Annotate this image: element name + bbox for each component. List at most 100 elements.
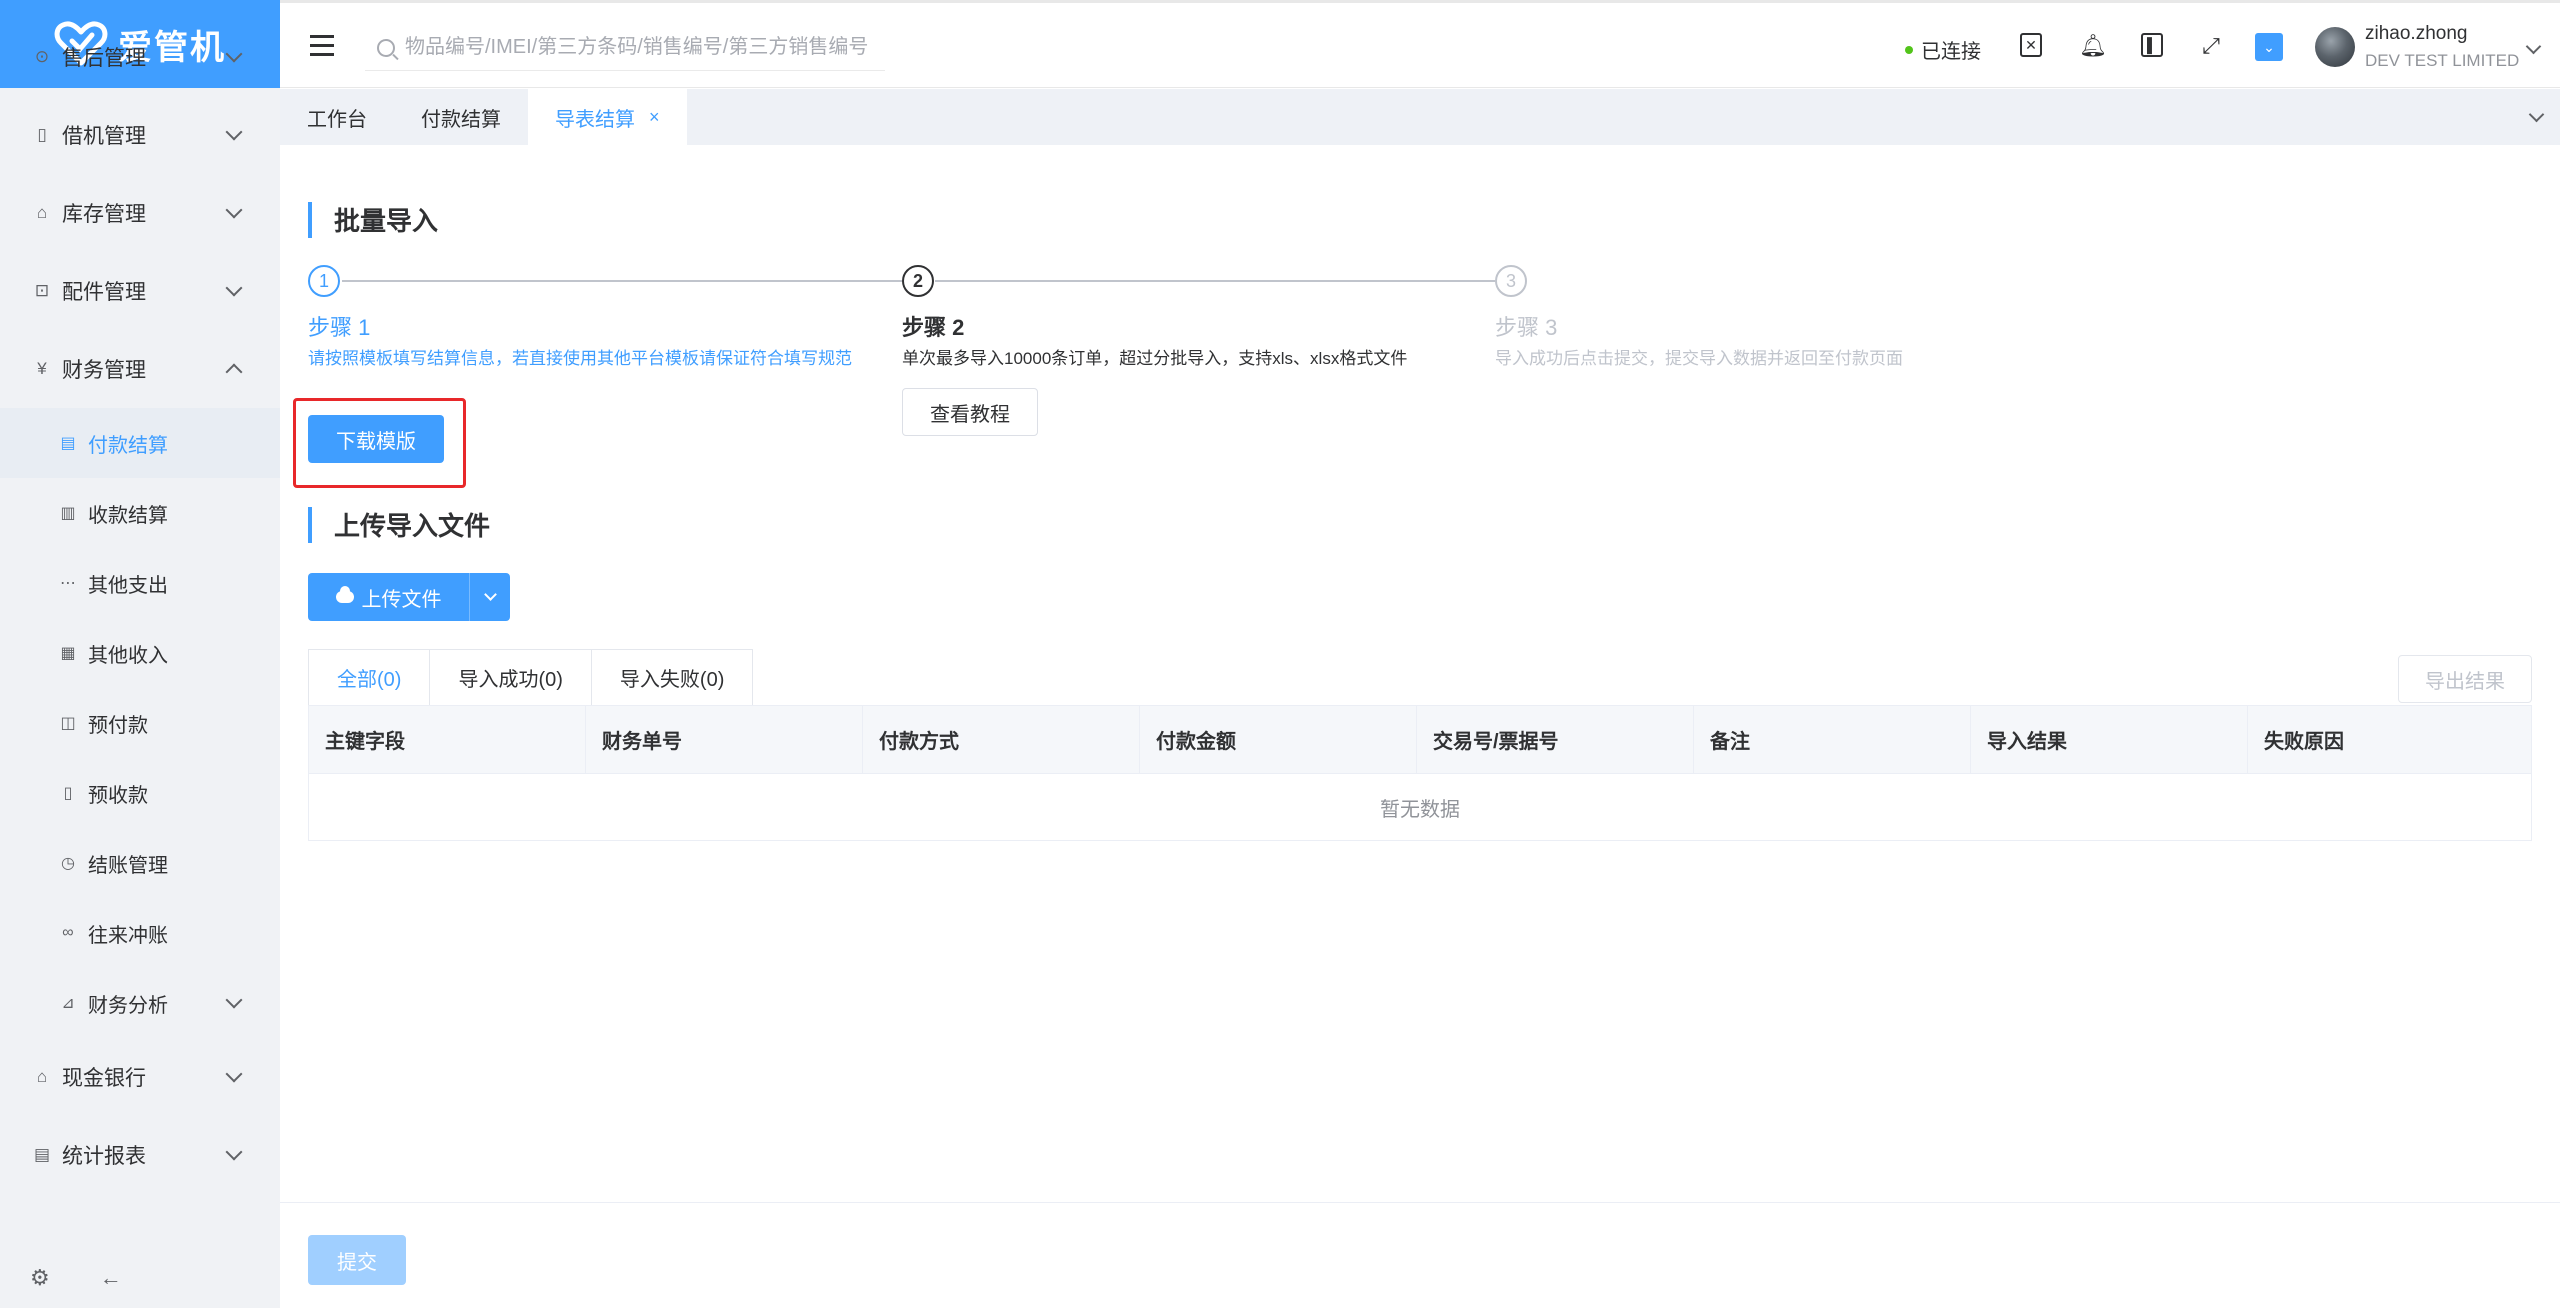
tab-import-failed[interactable]: 导入失败(0) bbox=[591, 650, 753, 705]
column-header: 财务单号 bbox=[586, 706, 863, 773]
step-3-title: 步骤 3 bbox=[1495, 315, 1558, 340]
upload-file-button[interactable]: 上传文件 bbox=[308, 573, 470, 621]
bell-icon[interactable]: 🔔︎ bbox=[2079, 33, 2107, 59]
connection-status-text: 已连接 bbox=[1921, 41, 1981, 63]
sidebar-item-label: 现金银行 bbox=[62, 1067, 146, 1090]
column-header: 主键字段 bbox=[309, 706, 586, 773]
search-icon bbox=[377, 38, 395, 57]
export-result-button[interactable]: 导出结果 bbox=[2398, 655, 2532, 703]
sidebar-subitem-offset[interactable]: ∞ 往来冲账 bbox=[0, 898, 280, 968]
column-header: 备注 bbox=[1694, 706, 1971, 773]
search-bar bbox=[365, 25, 885, 71]
view-tutorial-button[interactable]: 查看教程 bbox=[902, 388, 1038, 436]
column-header: 付款方式 bbox=[863, 706, 1140, 773]
step-connector bbox=[935, 280, 1495, 282]
footer-bar: 提交 bbox=[280, 1202, 2560, 1308]
tab-label: 工作台 bbox=[307, 108, 367, 131]
sidebar-item-cash-bank[interactable]: ⌂ 现金银行 bbox=[0, 1038, 280, 1116]
close-icon[interactable]: × bbox=[649, 107, 660, 128]
sidebar-subitem-prepayment[interactable]: ◫ 预付款 bbox=[0, 688, 280, 758]
yen-icon: ¥ bbox=[37, 359, 47, 378]
sidebar-subitem-other-income[interactable]: ▦ 其他收入 bbox=[0, 618, 280, 688]
upload-file-button-group: 上传文件 bbox=[308, 573, 510, 621]
sidebar-item-label: 库存管理 bbox=[62, 203, 146, 226]
submit-button[interactable]: 提交 bbox=[308, 1235, 406, 1285]
company-name: DEV TEST LIMITED bbox=[2365, 51, 2520, 70]
chevron-down-icon bbox=[225, 279, 243, 297]
sidebar-subitem-payment-settlement[interactable]: ▤ 付款结算 bbox=[0, 408, 280, 478]
after-sales-icon: ⊙ bbox=[34, 47, 50, 66]
upload-dropdown-button[interactable] bbox=[470, 573, 510, 621]
dropdown-square-icon[interactable]: ⌄ bbox=[2255, 33, 2283, 61]
sidebar-item-label: 预收款 bbox=[88, 784, 148, 807]
sidebar-subitem-finance-analysis[interactable]: ⊿ 财务分析 bbox=[0, 968, 280, 1038]
step-2-title: 步骤 2 bbox=[902, 315, 965, 340]
chevron-down-icon bbox=[483, 587, 497, 601]
sidebar-subitem-other-expense[interactable]: ⋯ 其他支出 bbox=[0, 548, 280, 618]
receipt-icon: ▥ bbox=[60, 505, 76, 522]
sidebar-item-finance[interactable]: ¥ 财务管理 bbox=[0, 330, 280, 408]
excel-icon[interactable]: ✕ bbox=[2020, 33, 2042, 57]
sidebar-item-label: 付款结算 bbox=[88, 434, 168, 457]
sidebar-item-label: 配件管理 bbox=[62, 281, 146, 304]
income-icon: ▦ bbox=[60, 645, 76, 662]
fullscreen-icon[interactable]: ⤢ bbox=[2198, 33, 2224, 59]
column-header: 付款金额 bbox=[1140, 706, 1417, 773]
bank-icon: ⌂ bbox=[36, 1067, 48, 1086]
sidebar-subitem-closing[interactable]: ◷ 结账管理 bbox=[0, 828, 280, 898]
warehouse-icon: ⌂ bbox=[36, 203, 48, 222]
sidebar-item-label: 其他支出 bbox=[88, 574, 168, 597]
sidebar-item-inventory[interactable]: ⌂ 库存管理 bbox=[0, 174, 280, 252]
tab-import-settlement[interactable]: 导表结算 × bbox=[528, 89, 687, 145]
section-title-text: 上传导入文件 bbox=[334, 511, 491, 541]
chart-icon: ⊿ bbox=[61, 995, 75, 1012]
search-input[interactable] bbox=[405, 36, 875, 59]
column-header: 导入结果 bbox=[1971, 706, 2248, 773]
sidebar-item-parts[interactable]: ⊡ 配件管理 bbox=[0, 252, 280, 330]
notebook-icon[interactable]: ▌ bbox=[2141, 33, 2163, 57]
report-icon: ▤ bbox=[33, 1145, 51, 1164]
sidebar-item-after-sales[interactable]: ⊙ 售后管理 bbox=[0, 18, 280, 96]
parts-icon: ⊡ bbox=[34, 281, 50, 300]
section-accent-bar bbox=[308, 201, 312, 238]
result-table: 主键字段 财务单号 付款方式 付款金额 交易号/票据号 备注 导入结果 失败原因… bbox=[308, 705, 2532, 841]
section-title-batch-import: 批量导入 bbox=[308, 201, 438, 238]
step-1-circle: 1 bbox=[308, 265, 340, 297]
tab-label: 导表结算 bbox=[555, 108, 635, 131]
section-title-text: 批量导入 bbox=[334, 206, 439, 236]
tab-import-success[interactable]: 导入成功(0) bbox=[430, 650, 592, 705]
hamburger-menu-icon[interactable] bbox=[310, 35, 334, 57]
sidebar-item-label: 其他收入 bbox=[88, 644, 168, 667]
gear-icon[interactable]: ⚙ bbox=[30, 1265, 50, 1291]
tab-all[interactable]: 全部(0) bbox=[309, 650, 431, 705]
connection-status: 已连接 bbox=[1905, 35, 1981, 64]
sidebar-item-loan[interactable]: ▯ 借机管理 bbox=[0, 96, 280, 174]
tab-workbench[interactable]: 工作台 bbox=[280, 89, 394, 145]
step-1-title: 步骤 1 bbox=[308, 315, 371, 340]
user-name: zihao.zhong bbox=[2365, 23, 2468, 44]
column-header: 失败原因 bbox=[2264, 731, 2344, 753]
header: 已连接 ✕ 🔔︎ ▌ ⤢ ⌄ zihao.zhong DEV TEST LIMI… bbox=[280, 0, 2560, 88]
sidebar-item-label: 财务管理 bbox=[62, 359, 146, 382]
chevron-down-icon[interactable] bbox=[2528, 106, 2545, 123]
result-tabs: 全部(0) 导入成功(0) 导入失败(0) bbox=[308, 649, 754, 705]
history-icon: ◷ bbox=[61, 855, 75, 872]
tab-label: 付款结算 bbox=[421, 108, 501, 131]
chevron-down-icon bbox=[225, 45, 243, 63]
sidebar-item-reports[interactable]: ▤ 统计报表 bbox=[0, 1116, 280, 1194]
step-2-desc: 单次最多导入10000条订单，超过分批导入，支持xls、xlsx格式文件 bbox=[902, 349, 1408, 368]
tab-payment-settlement[interactable]: 付款结算 bbox=[394, 89, 528, 145]
avatar[interactable] bbox=[2315, 27, 2355, 67]
sidebar-bottom: ⚙ ← bbox=[0, 1248, 280, 1308]
sidebar-subitem-prereceipt[interactable]: ▯ 预收款 bbox=[0, 758, 280, 828]
sidebar-menu: ⊙ 售后管理 ▯ 借机管理 ⌂ 库存管理 ⊡ 配件管理 ¥ 财务管理 ▤ 付款结… bbox=[0, 45, 280, 1194]
chevron-down-icon bbox=[225, 1143, 243, 1161]
download-template-button[interactable]: 下载模版 bbox=[308, 415, 444, 463]
sidebar-subitem-receipt-settlement[interactable]: ▥ 收款结算 bbox=[0, 478, 280, 548]
chevron-down-icon[interactable] bbox=[2525, 38, 2542, 55]
cloud-upload-icon bbox=[335, 586, 354, 603]
arrow-left-icon[interactable]: ← bbox=[100, 1265, 122, 1291]
section-accent-bar bbox=[308, 506, 312, 543]
phone-icon: ▯ bbox=[37, 125, 47, 144]
user-info[interactable]: zihao.zhong DEV TEST LIMITED bbox=[2365, 23, 2519, 71]
